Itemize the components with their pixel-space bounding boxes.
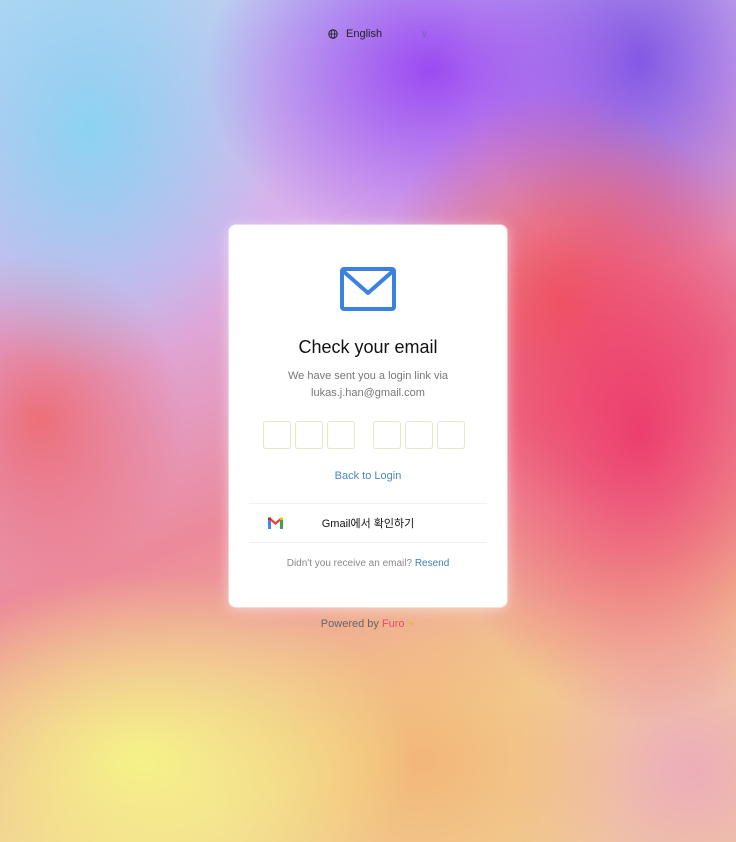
code-digit-input[interactable] [405, 421, 433, 449]
back-to-login-link[interactable]: Back to Login [229, 470, 507, 482]
instruction-text: We have sent you a login link via lukas.… [229, 368, 507, 402]
brand-star-icon: ✦ [407, 619, 416, 629]
language-label: English [346, 28, 383, 40]
chevron-down-icon: ∨ [420, 28, 428, 40]
open-gmail-button[interactable]: Gmail에서 확인하기 [249, 506, 487, 540]
code-digit-input[interactable] [373, 421, 401, 449]
globe-icon [328, 29, 338, 39]
gmail-icon [268, 517, 283, 529]
code-digit-input[interactable] [263, 421, 291, 449]
code-digit-input[interactable] [295, 421, 323, 449]
login-card: Check your email We have sent you a logi… [229, 225, 507, 607]
code-separator [359, 421, 369, 449]
open-gmail-label: Gmail에서 확인하기 [321, 518, 415, 530]
code-input-group [263, 421, 468, 449]
brand-link[interactable]: Furo [382, 618, 405, 630]
divider [249, 503, 487, 504]
resend-prompt: Didn't you receive an email? Resend [229, 558, 507, 569]
instruction-line: We have sent you a login link via [288, 370, 448, 382]
code-digit-input[interactable] [437, 421, 465, 449]
email-address: lukas.j.han@gmail.com [311, 387, 425, 399]
code-digit-input[interactable] [327, 421, 355, 449]
powered-by-footer: Powered by Furo ✦ [0, 618, 736, 630]
powered-by-label: Powered by [320, 618, 379, 630]
resend-link[interactable]: Resend [415, 558, 449, 569]
mail-icon [340, 267, 396, 311]
divider [249, 542, 487, 543]
page-title: Check your email [298, 337, 438, 357]
language-selector[interactable]: English ∨ [328, 24, 428, 44]
resend-question: Didn't you receive an email? [286, 558, 413, 569]
